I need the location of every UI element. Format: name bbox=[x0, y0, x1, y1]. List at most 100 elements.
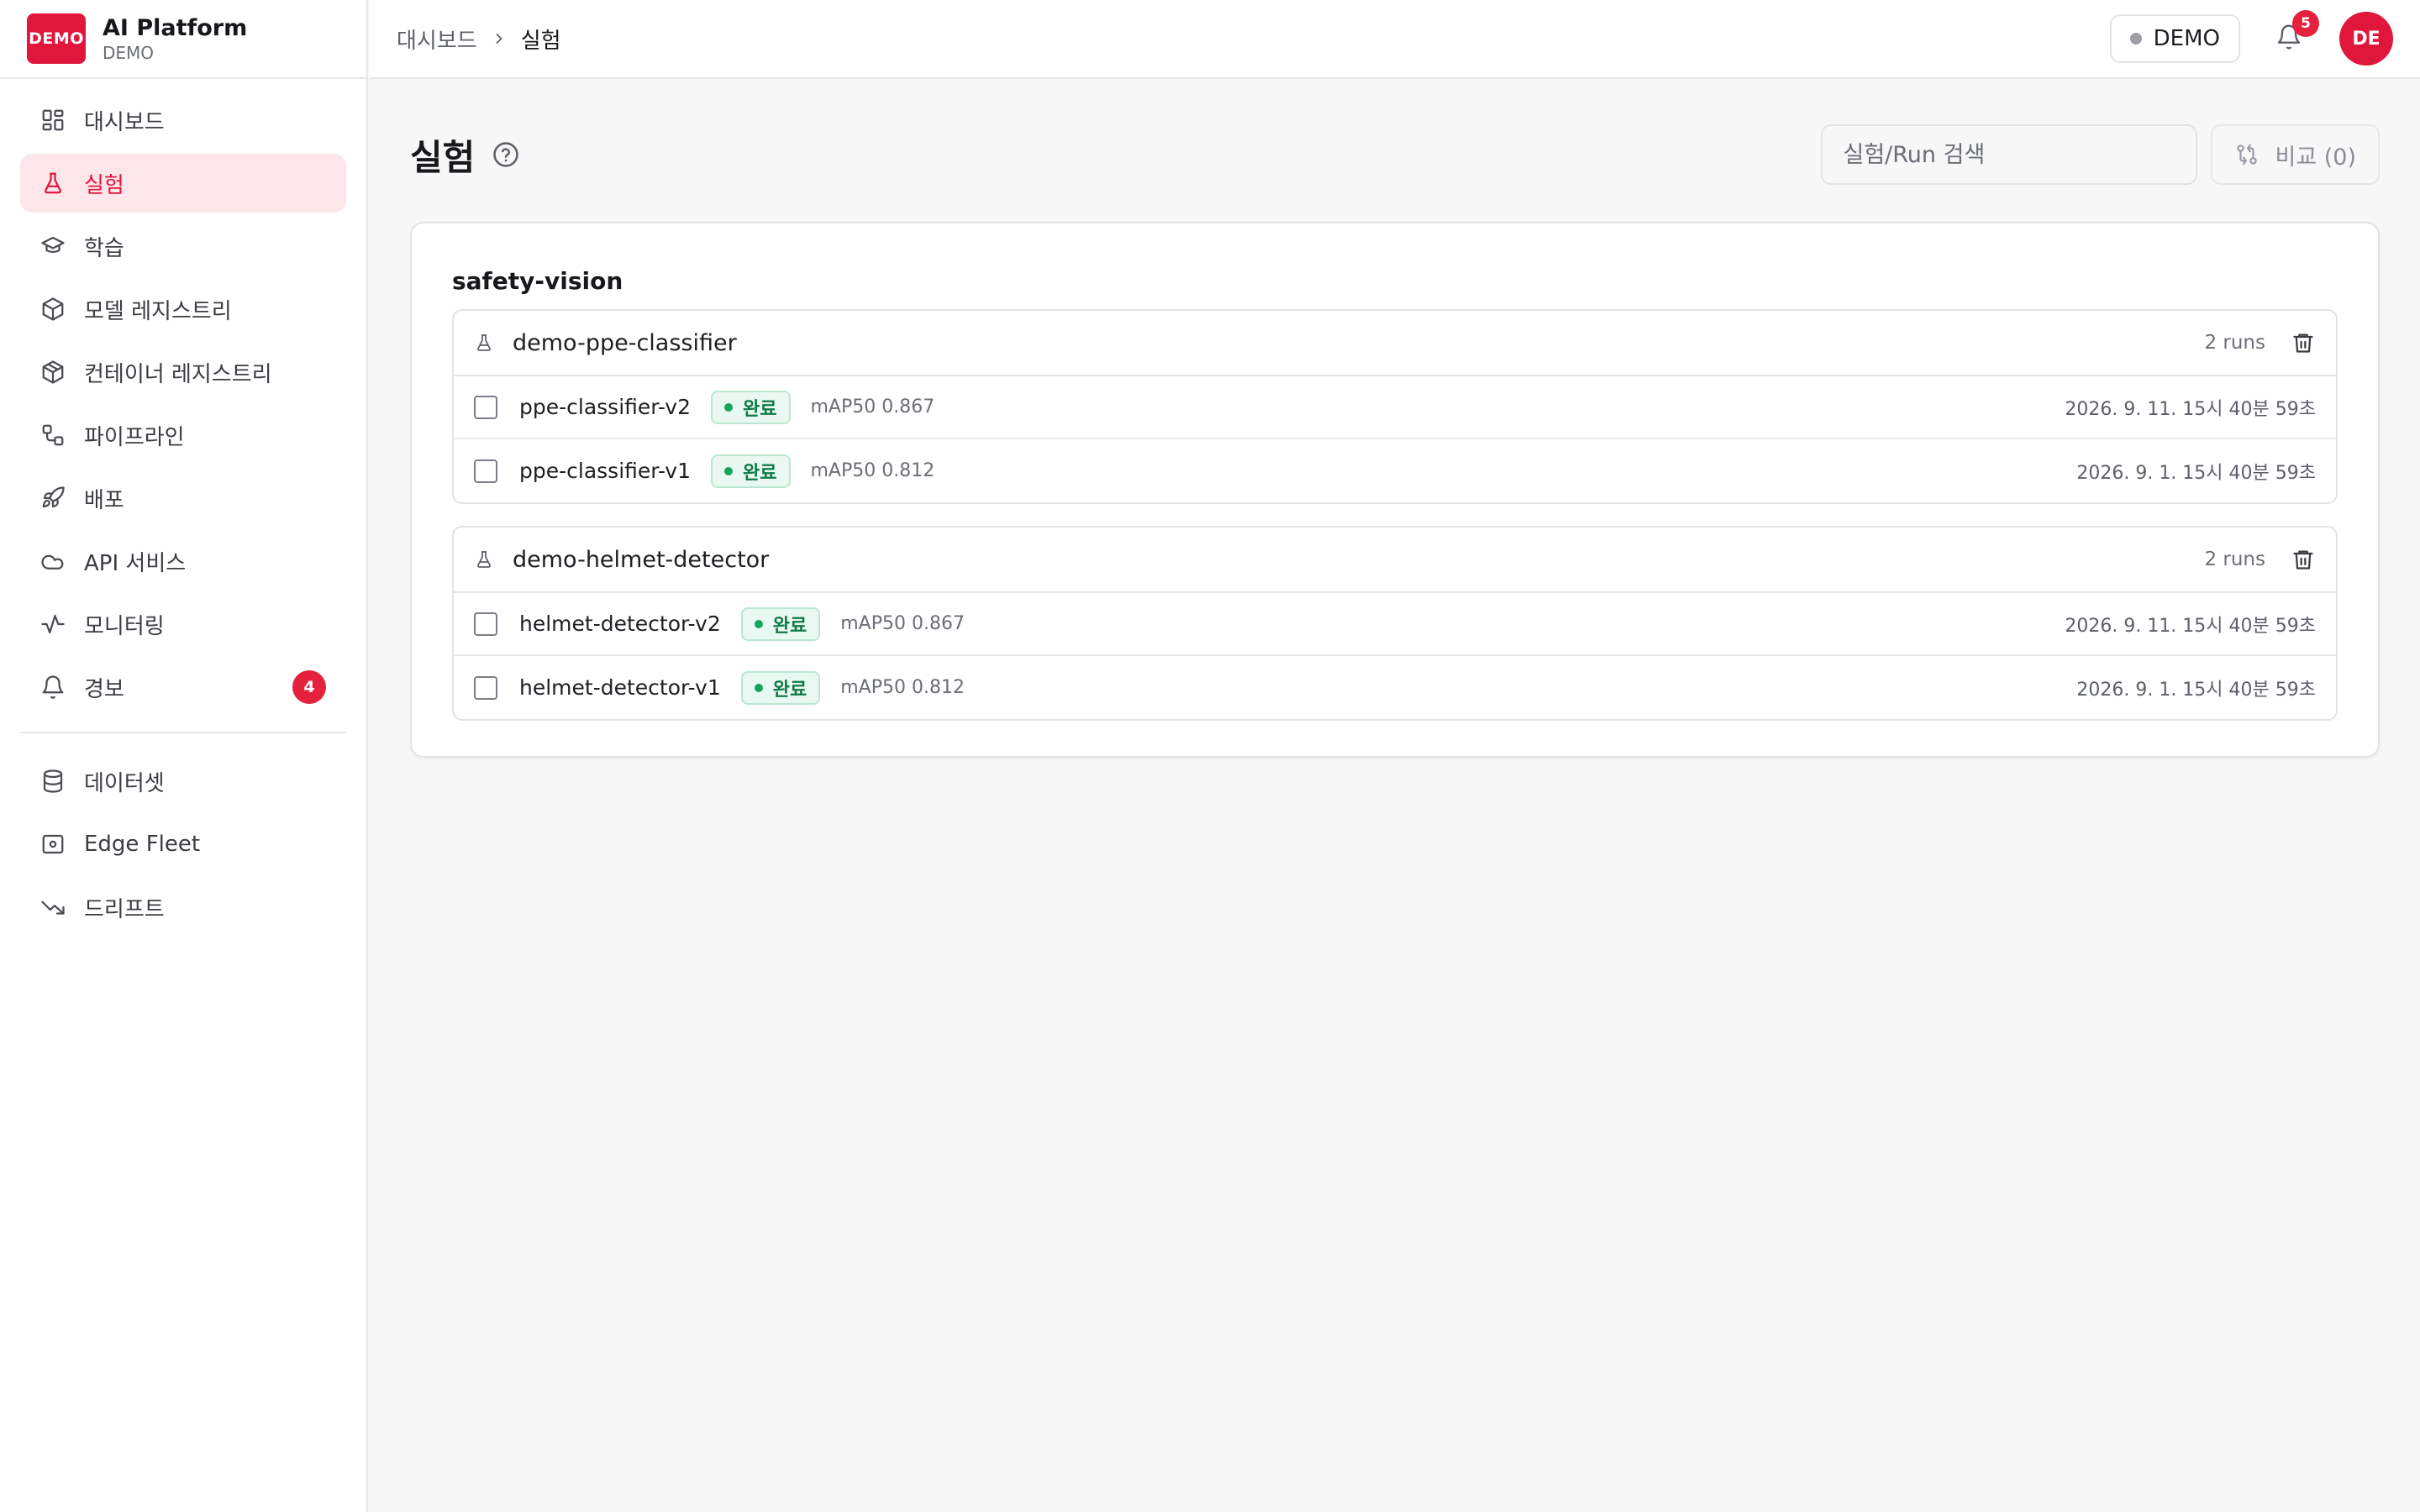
environment-selector[interactable]: DEMO bbox=[2109, 14, 2240, 63]
sidebar-item-monitoring[interactable]: 모니터링 bbox=[20, 595, 346, 654]
sidebar-item-label: 실험 bbox=[84, 172, 124, 198]
experiment-name: demo-ppe-classifier bbox=[513, 329, 737, 356]
run-row[interactable]: helmet-detector-v2 완료 mAP50 0.867 2026. … bbox=[454, 593, 2336, 656]
sidebar-item-label: 경보 bbox=[84, 676, 124, 702]
experiment-meta: 2 runs bbox=[2204, 547, 2316, 572]
page-title: 실험 bbox=[410, 136, 476, 178]
router-icon bbox=[40, 832, 66, 857]
compare-icon bbox=[2237, 144, 2258, 165]
experiment-group: demo-helmet-detector 2 runs helmet-detec… bbox=[452, 526, 2338, 721]
status-dot bbox=[754, 619, 763, 628]
sidebar-item-drift[interactable]: 드리프트 bbox=[20, 878, 346, 937]
breadcrumb-parent-link[interactable]: 대시보드 bbox=[397, 24, 477, 55]
experiment-meta: 2 runs bbox=[2204, 330, 2316, 355]
run-checkbox[interactable] bbox=[474, 459, 497, 483]
compare-button[interactable]: 비교 (0) bbox=[2211, 124, 2380, 185]
flask-icon bbox=[474, 547, 496, 572]
status-label: 완료 bbox=[772, 615, 808, 637]
topbar: 대시보드 실험 DEMO 5 DE bbox=[370, 0, 2420, 79]
run-row[interactable]: ppe-classifier-v1 완료 mAP50 0.812 2026. 9… bbox=[454, 439, 2336, 502]
sidebar-item-pipeline[interactable]: 파이프라인 bbox=[20, 406, 346, 465]
run-metric: mAP50 0.812 bbox=[840, 677, 965, 698]
sidebar-item-experiments[interactable]: 실험 bbox=[20, 154, 346, 213]
topbar-actions: DEMO 5 DE bbox=[2109, 10, 2420, 66]
container-icon bbox=[40, 360, 66, 385]
run-row[interactable]: helmet-detector-v1 완료 mAP50 0.812 2026. … bbox=[454, 656, 2336, 719]
status-badge: 완료 bbox=[711, 454, 791, 488]
brand-logo: DEMO bbox=[27, 13, 86, 64]
cloud-icon bbox=[40, 549, 66, 574]
sidebar-item-model-registry[interactable]: 모델 레지스트리 bbox=[20, 280, 346, 339]
run-name[interactable]: helmet-detector-v2 bbox=[519, 612, 721, 636]
sidebar-item-dashboard[interactable]: 대시보드 bbox=[20, 91, 346, 150]
experiment-name: demo-helmet-detector bbox=[513, 546, 770, 573]
sidebar-item-training[interactable]: 학습 bbox=[20, 217, 346, 276]
run-name[interactable]: helmet-detector-v1 bbox=[519, 675, 721, 700]
status-label: 완료 bbox=[772, 679, 808, 701]
run-metric: mAP50 0.867 bbox=[840, 613, 965, 634]
breadcrumb-current: 실험 bbox=[520, 28, 561, 54]
run-checkbox[interactable] bbox=[474, 612, 497, 636]
chevron-right-icon bbox=[491, 30, 508, 47]
sidebar-item-deploy[interactable]: 배포 bbox=[20, 469, 346, 528]
status-badge: 완료 bbox=[740, 606, 821, 641]
sidebar-item-label: 학습 bbox=[84, 235, 124, 261]
help-circle-icon[interactable] bbox=[492, 140, 520, 169]
sidebar: DEMO AI Platform DEMO 대시보드 실험 학습 모델 레지스트… bbox=[0, 0, 368, 1512]
environment-label: DEMO bbox=[2153, 26, 2220, 51]
main-content: 실험 비교 (0) safety-vision demo-ppe-classif… bbox=[370, 81, 2420, 1512]
notifications-button[interactable]: 5 bbox=[2272, 10, 2319, 55]
sidebar-item-label: 배포 bbox=[84, 487, 124, 513]
breadcrumb: 대시보드 실험 bbox=[370, 24, 561, 55]
sidebar-item-label: 모델 레지스트리 bbox=[84, 298, 232, 324]
activity-icon bbox=[40, 612, 66, 637]
sidebar-divider bbox=[20, 732, 346, 733]
brand[interactable]: DEMO AI Platform DEMO bbox=[0, 0, 366, 79]
graduation-cap-icon bbox=[40, 234, 66, 259]
bell-icon bbox=[40, 675, 66, 700]
experiment-header[interactable]: demo-helmet-detector 2 runs bbox=[454, 528, 2336, 593]
sidebar-item-label: 모니터링 bbox=[84, 613, 165, 639]
trash-icon[interactable] bbox=[2291, 330, 2316, 355]
experiment-group: demo-ppe-classifier 2 runs ppe-classifie… bbox=[452, 309, 2338, 504]
sidebar-nav: 대시보드 실험 학습 모델 레지스트리 컨테이너 레지스트리 파이프라인 배포 … bbox=[0, 79, 366, 937]
run-row[interactable]: ppe-classifier-v2 완료 mAP50 0.867 2026. 9… bbox=[454, 376, 2336, 439]
sidebar-item-alerts[interactable]: 경보 4 bbox=[20, 658, 346, 717]
run-timestamp: 2026. 9. 11. 15시 40분 59초 bbox=[2065, 398, 2316, 420]
sidebar-item-edge-fleet[interactable]: Edge Fleet bbox=[20, 815, 346, 874]
run-metric: mAP50 0.867 bbox=[810, 396, 935, 417]
sidebar-item-label: 드리프트 bbox=[84, 896, 165, 922]
run-timestamp: 2026. 9. 1. 15시 40분 59초 bbox=[2076, 679, 2316, 701]
sidebar-item-label: 컨테이너 레지스트리 bbox=[84, 361, 272, 387]
brand-text: AI Platform DEMO bbox=[103, 14, 247, 63]
user-avatar[interactable]: DE bbox=[2339, 12, 2393, 66]
sidebar-item-label: 파이프라인 bbox=[84, 424, 185, 450]
status-label: 완료 bbox=[743, 462, 777, 484]
compare-button-label: 비교 (0) bbox=[2275, 144, 2356, 171]
experiment-run-count: 2 runs bbox=[2204, 332, 2265, 354]
flask-icon bbox=[40, 171, 66, 196]
run-name[interactable]: ppe-classifier-v2 bbox=[519, 395, 691, 419]
status-dot bbox=[724, 402, 734, 412]
grid-icon bbox=[40, 108, 66, 133]
sidebar-item-datasets[interactable]: 데이터셋 bbox=[20, 752, 346, 811]
flask-icon bbox=[474, 330, 496, 355]
status-badge: 완료 bbox=[740, 670, 821, 705]
trash-icon[interactable] bbox=[2291, 547, 2316, 572]
sidebar-item-label: Edge Fleet bbox=[84, 832, 201, 857]
run-name[interactable]: ppe-classifier-v1 bbox=[519, 459, 691, 483]
run-checkbox[interactable] bbox=[474, 395, 497, 419]
sidebar-item-container-registry[interactable]: 컨테이너 레지스트리 bbox=[20, 343, 346, 402]
sidebar-item-api-service[interactable]: API 서비스 bbox=[20, 532, 346, 591]
page-header: 실험 비교 (0) bbox=[410, 119, 2380, 190]
brand-subtitle: DEMO bbox=[103, 43, 155, 63]
experiment-header[interactable]: demo-ppe-classifier 2 runs bbox=[454, 311, 2336, 376]
status-label: 완료 bbox=[743, 398, 777, 420]
search-input[interactable] bbox=[1821, 124, 2198, 185]
notification-count-badge: 5 bbox=[2292, 10, 2319, 37]
brand-title: AI Platform bbox=[103, 15, 248, 41]
run-checkbox[interactable] bbox=[474, 675, 497, 700]
database-icon bbox=[40, 769, 66, 794]
project-card: safety-vision demo-ppe-classifier 2 runs… bbox=[410, 222, 2380, 758]
workflow-icon bbox=[40, 423, 66, 448]
